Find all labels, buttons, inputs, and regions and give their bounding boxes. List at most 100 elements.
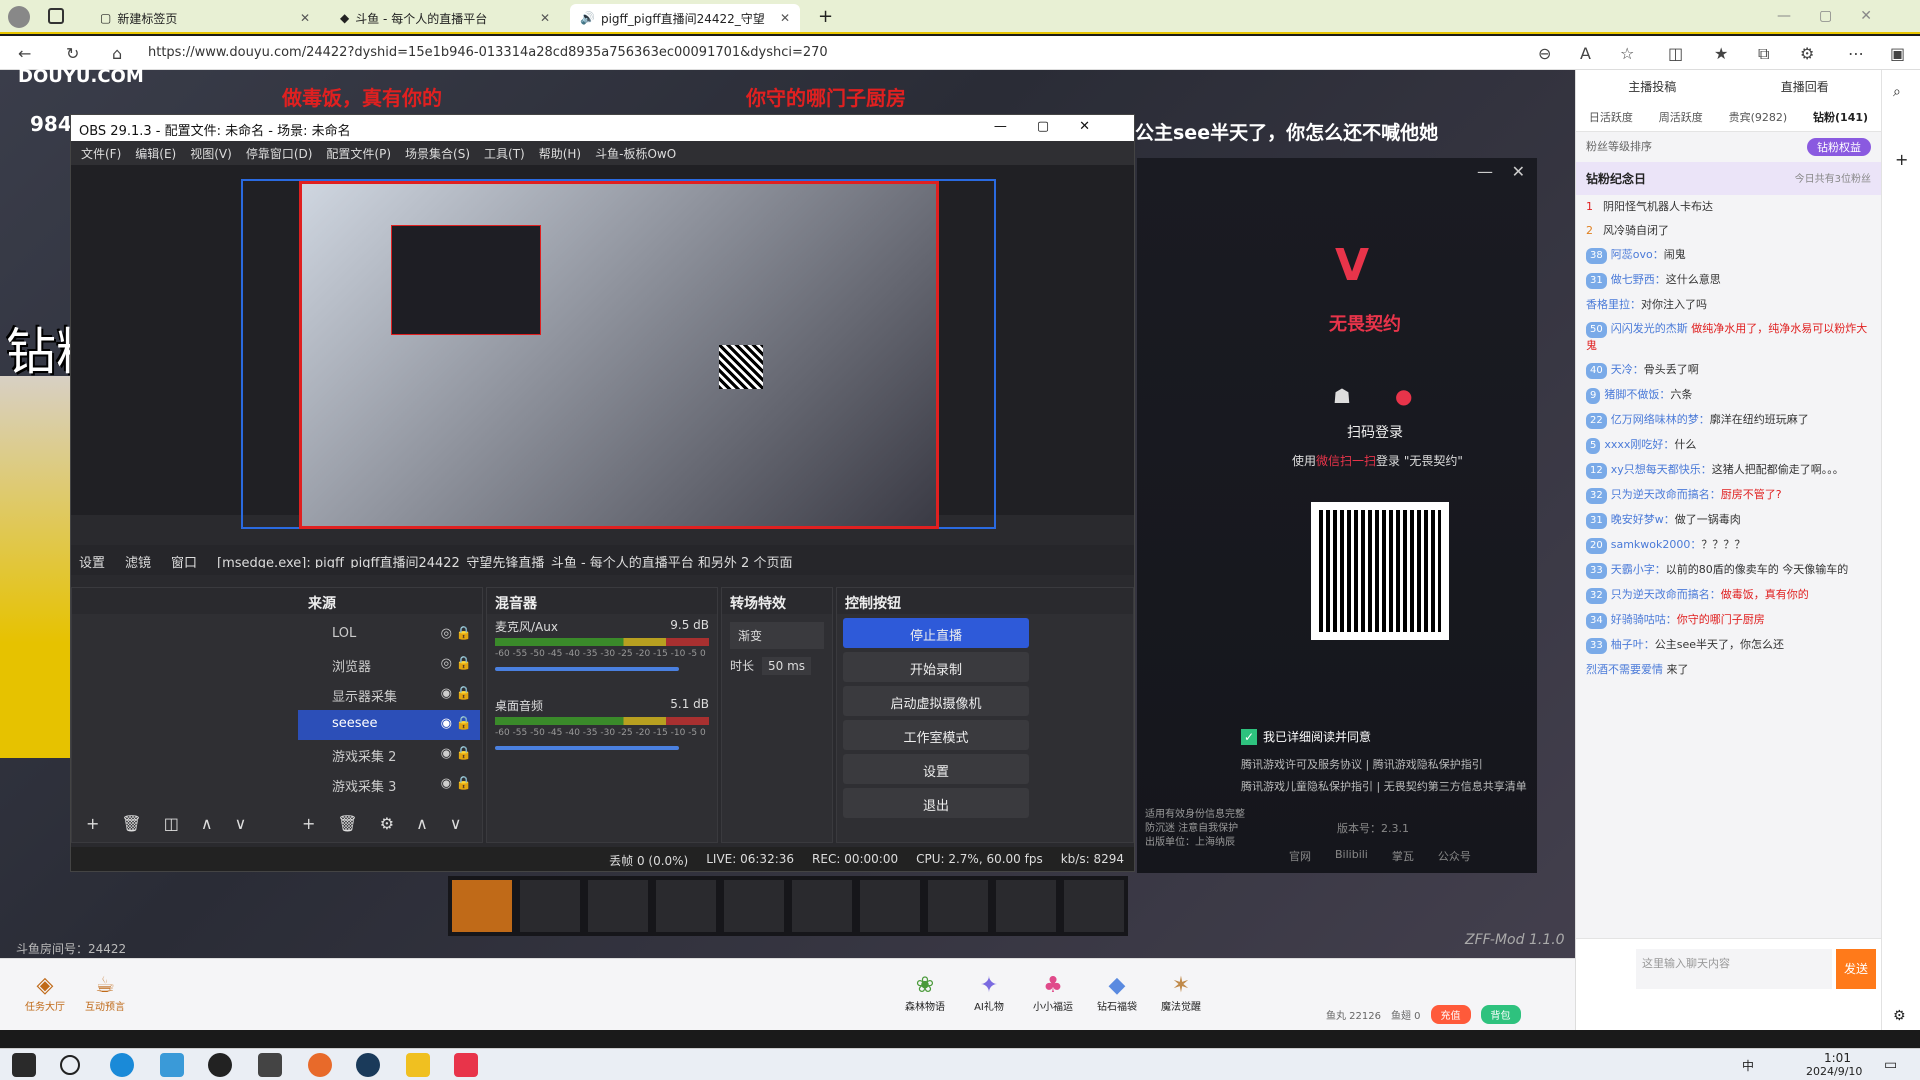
- menu-douyu-plugin[interactable]: 斗鱼-板栎OwO: [595, 145, 676, 161]
- chat-message[interactable]: 5 xxxx刚吃好：什么: [1576, 433, 1881, 458]
- add-icon[interactable]: +: [302, 814, 315, 833]
- trash-icon[interactable]: 🗑: [337, 814, 357, 833]
- chat-message[interactable]: 33 天霸小字：以前的80盾的像卖车的 今天像输车的: [1576, 558, 1881, 583]
- chat-message[interactable]: 烈酒不需要爱情 来了: [1576, 658, 1881, 682]
- chat-message[interactable]: 32 只为逆天改命而搞名：厨房不管了?: [1576, 483, 1881, 508]
- edge-icon[interactable]: [110, 1053, 134, 1077]
- replay-link[interactable]: 直播回看: [1781, 78, 1829, 95]
- window-select[interactable]: [msedge.exe]: pigff_pigff直播间24422_守望先锋直播…: [217, 552, 797, 568]
- stop-stream-button[interactable]: 停止直播: [843, 618, 1029, 648]
- lock-icon[interactable]: 🔒: [456, 686, 472, 701]
- chat-message[interactable]: 34 好骑骑咕咕：你守的哪门子厨房: [1576, 608, 1881, 633]
- chat-message[interactable]: 33 柚子叶：公主see半天了，你怎么还: [1576, 633, 1881, 658]
- menu-docks[interactable]: 停靠窗口(D): [246, 145, 313, 161]
- chat-message[interactable]: 40 天冷：骨头丢了啊: [1576, 358, 1881, 383]
- lock-icon[interactable]: 🔒: [456, 626, 472, 641]
- chat-message[interactable]: 31 做七野西：这什么意思: [1576, 268, 1881, 293]
- chat-message[interactable]: 9 猪脚不做饭：六条: [1576, 383, 1881, 408]
- prediction-button[interactable]: ☕ 互动预言: [80, 973, 130, 1013]
- volume-slider[interactable]: [495, 746, 679, 750]
- collections-icon[interactable]: ⧉: [1758, 44, 1769, 64]
- refresh-icon[interactable]: ↻: [66, 44, 79, 63]
- menu-edit[interactable]: 编辑(E): [135, 145, 176, 161]
- contribution-link[interactable]: 主播投稿: [1628, 78, 1676, 95]
- app-icon[interactable]: [258, 1053, 282, 1077]
- filter-icon[interactable]: ◫: [164, 814, 179, 833]
- extensions-icon[interactable]: ⚙: [1800, 44, 1814, 63]
- exit-button[interactable]: 退出: [843, 788, 1029, 818]
- tab-actions-icon[interactable]: [48, 8, 64, 24]
- favorite-star-icon[interactable]: ☆: [1620, 44, 1634, 63]
- rank-row[interactable]: 1 阴阳怪气机器人卡布达: [1576, 195, 1881, 219]
- chat-message[interactable]: 38 阿蕊ovo：闹鬼: [1576, 243, 1881, 268]
- visibility-icon[interactable]: ◉: [441, 776, 452, 791]
- window-controls[interactable]: —▢✕: [1777, 8, 1900, 24]
- gear-icon[interactable]: ⚙: [1893, 1008, 1906, 1024]
- source-filters-button[interactable]: 滤镜: [125, 552, 151, 571]
- duration-input[interactable]: 50 ms: [762, 657, 812, 675]
- sidebar-toggle-icon[interactable]: ▣: [1890, 44, 1905, 63]
- gear-icon[interactable]: ⚙: [380, 814, 394, 833]
- obs-preview[interactable]: [71, 165, 1134, 529]
- source-item[interactable]: LOL ◎ 🔒: [298, 620, 480, 650]
- split-screen-icon[interactable]: ◫: [1668, 44, 1683, 63]
- gift-item[interactable]: ✦ AI礼物: [964, 973, 1014, 1013]
- chat-message[interactable]: 22 亿万网络味林的梦：廓洋在纽约班玩麻了: [1576, 408, 1881, 433]
- minimize-icon[interactable]: —: [1477, 162, 1493, 181]
- more-menu-icon[interactable]: ⋯: [1848, 44, 1864, 63]
- chat-message[interactable]: 31 晚安好梦w：做了一锅毒肉: [1576, 508, 1881, 533]
- tab-stream[interactable]: 🔊 pigff_pigff直播间24422_守望 ✕: [570, 4, 800, 32]
- valorant-icon[interactable]: [454, 1053, 478, 1077]
- chat-message[interactable]: 香格里拉：对你注入了吗: [1576, 293, 1881, 317]
- chat-input[interactable]: 这里输入聊天内容: [1636, 949, 1832, 989]
- start-record-button[interactable]: 开始录制: [843, 652, 1029, 682]
- add-icon[interactable]: +: [86, 814, 99, 833]
- menu-tools[interactable]: 工具(T): [484, 145, 525, 161]
- source-item[interactable]: 游戏采集 2 ◉ 🔒: [298, 740, 480, 770]
- chat-message[interactable]: 12 xy只想每天都快乐：这猪人把配都偷走了啊。。。: [1576, 458, 1881, 483]
- search-icon[interactable]: ⌕: [1893, 84, 1901, 100]
- gift-item[interactable]: ❀ 森林物语: [900, 973, 950, 1013]
- fan-sort[interactable]: 粉丝等级排序: [1586, 138, 1652, 156]
- visibility-icon[interactable]: ◉: [441, 686, 452, 701]
- gift-item[interactable]: ♣ 小小福运: [1028, 973, 1078, 1013]
- menu-scene-collection[interactable]: 场景集合(S): [405, 145, 470, 161]
- search-icon[interactable]: [60, 1055, 80, 1075]
- up-icon[interactable]: ∧: [201, 814, 213, 833]
- recharge-button[interactable]: 充值: [1430, 1005, 1471, 1024]
- favorites-icon[interactable]: ★: [1714, 44, 1728, 63]
- tab-diamond[interactable]: 钻粉(141): [1813, 109, 1868, 125]
- ime-indicator[interactable]: 中: [1742, 1057, 1754, 1074]
- add-icon[interactable]: +: [1895, 150, 1908, 169]
- close-icon[interactable]: ✕: [780, 11, 790, 25]
- down-icon[interactable]: ∨: [450, 814, 462, 833]
- tab-daily[interactable]: 日活跃度: [1589, 109, 1633, 125]
- qq-icon[interactable]: ☗: [1333, 384, 1351, 408]
- new-tab-button[interactable]: +: [818, 6, 833, 27]
- tab-weekly[interactable]: 周活跃度: [1659, 109, 1703, 125]
- volume-slider[interactable]: [495, 667, 679, 671]
- close-icon[interactable]: ✕: [540, 11, 550, 25]
- gift-item[interactable]: ✶ 魔法觉醒: [1156, 973, 1206, 1013]
- back-icon[interactable]: ←: [18, 44, 31, 63]
- source-item[interactable]: 浏览器 ◎ 🔒: [298, 650, 480, 680]
- clock-time[interactable]: 1:01: [1824, 1051, 1851, 1065]
- app-icon[interactable]: [308, 1053, 332, 1077]
- tab-vip[interactable]: 贵宾(9282): [1729, 109, 1788, 125]
- profile-avatar[interactable]: [8, 6, 30, 28]
- diamond-badge[interactable]: 钻粉权益: [1807, 138, 1871, 156]
- lock-icon[interactable]: 🔒: [456, 746, 472, 761]
- window-controls[interactable]: —▢✕: [994, 119, 1120, 134]
- read-aloud-icon[interactable]: A: [1580, 44, 1591, 63]
- menu-view[interactable]: 视图(V): [190, 145, 232, 161]
- gift-item[interactable]: ◆ 钻石福袋: [1092, 973, 1142, 1013]
- clock-date[interactable]: 2024/9/10: [1806, 1065, 1862, 1078]
- home-icon[interactable]: ⌂: [112, 44, 122, 63]
- studio-mode-button[interactable]: 工作室模式: [843, 720, 1029, 750]
- down-icon[interactable]: ∨: [235, 814, 247, 833]
- start-icon[interactable]: [12, 1053, 36, 1077]
- task-hall-button[interactable]: ◈ 任务大厅: [20, 973, 70, 1013]
- obs-icon[interactable]: [208, 1053, 232, 1077]
- rank-row[interactable]: 2 风冷骑自闭了: [1576, 219, 1881, 243]
- up-icon[interactable]: ∧: [416, 814, 428, 833]
